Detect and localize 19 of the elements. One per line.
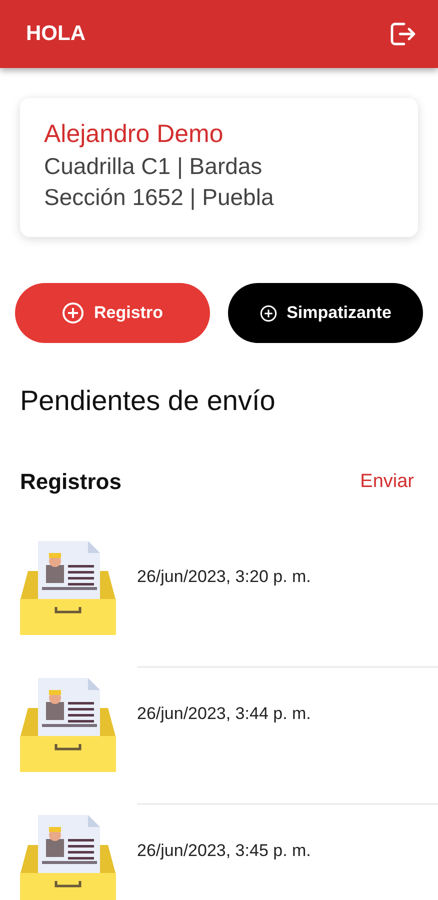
list-heading: Registros xyxy=(20,469,122,495)
record-date: 26/jun/2023, 3:44 p. m. xyxy=(137,704,311,724)
document-tray-icon xyxy=(20,814,116,900)
plus-circle-icon xyxy=(62,302,84,324)
profile-detail: Sección 1652 | Puebla xyxy=(44,184,275,211)
logout-button[interactable] xyxy=(390,22,416,46)
record-date: 26/jun/2023, 3:45 p. m. xyxy=(137,840,311,860)
app-title: HOLA xyxy=(26,22,86,46)
user-name: Alejandro Demo xyxy=(44,120,224,149)
logout-icon xyxy=(390,22,416,46)
profile-detail: Cuadrilla C1 | Bardas xyxy=(44,153,264,180)
document-tray-icon xyxy=(20,678,116,772)
add-button[interactable]: Simpatizante xyxy=(228,283,423,343)
section-heading: Pendientes de envío xyxy=(20,385,276,417)
record-date: 26/jun/2023, 3:20 p. m. xyxy=(137,566,311,586)
plus-circle-icon xyxy=(260,304,277,322)
document-tray-icon xyxy=(20,540,116,634)
add-button[interactable]: Registro xyxy=(15,283,210,343)
send-link[interactable]: Enviar xyxy=(360,471,414,493)
